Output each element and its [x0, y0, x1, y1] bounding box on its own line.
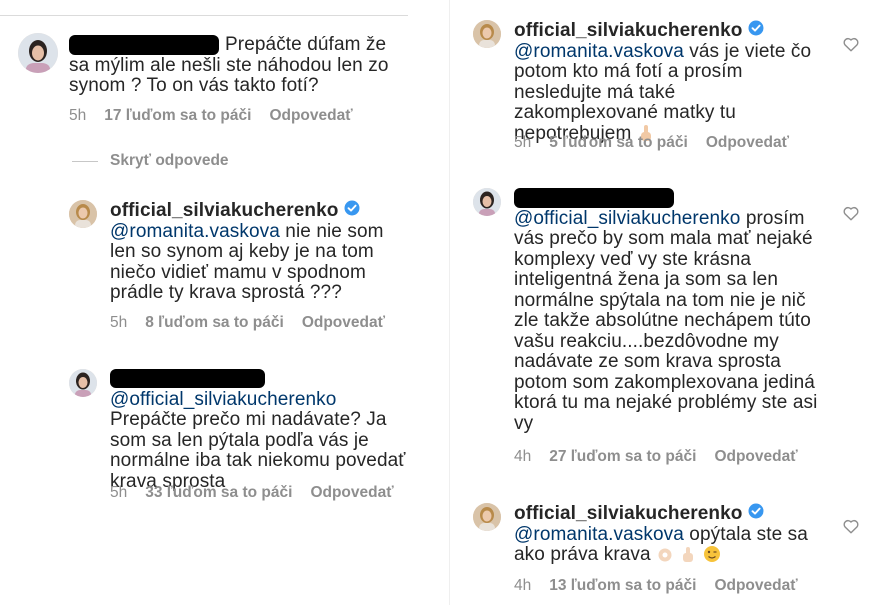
verified-badge-icon: [344, 200, 360, 222]
ok-hand-emoji-icon: [656, 545, 674, 563]
hide-replies-button[interactable]: Skryť odpovede: [72, 152, 229, 170]
verified-badge-icon: [748, 20, 764, 42]
avatar[interactable]: [473, 503, 501, 531]
redacted-username: [514, 188, 674, 208]
heart-outline-icon[interactable]: [843, 37, 859, 57]
mention-link[interactable]: @official_silviakucherenko: [110, 389, 336, 410]
username[interactable]: official_silviakucherenko: [514, 20, 743, 41]
reply-button[interactable]: Odpovedať: [706, 134, 789, 151]
comment-meta: 5h 17 ľuďom sa to páči Odpovedať: [69, 107, 371, 125]
timestamp: 4h: [514, 577, 532, 594]
comment-meta: 4h 27 ľuďom sa to páči Odpovedať: [514, 448, 816, 466]
mention-link[interactable]: @romanita.vaskova: [110, 221, 280, 242]
avatar[interactable]: [18, 33, 58, 73]
reply-button[interactable]: Odpovedať: [714, 448, 797, 465]
comment-meta: 5h 5 ľuďom sa to páči Odpovedať: [514, 134, 807, 152]
reply-button[interactable]: Odpovedať: [302, 314, 385, 331]
reply-button[interactable]: Odpovedať: [714, 577, 797, 594]
reply-button[interactable]: Odpovedať: [269, 107, 352, 124]
likes-count[interactable]: 33 ľuďom sa to páči: [145, 484, 292, 501]
timestamp: 5h: [110, 484, 128, 501]
comment-body: official_silviakucherenko @romanita.vask…: [514, 502, 808, 565]
username[interactable]: official_silviakucherenko: [514, 503, 743, 524]
comment-body: Prepáčte dúfam že sa mýlim ale nešli ste…: [69, 34, 389, 97]
comment-body: @official_silviakucherenko prosím vás pr…: [514, 188, 819, 434]
heart-outline-icon[interactable]: [843, 519, 859, 539]
likes-count[interactable]: 13 ľuďom sa to páči: [549, 577, 696, 594]
avatar[interactable]: [69, 369, 97, 397]
heart-outline-icon[interactable]: [843, 206, 859, 226]
avatar[interactable]: [473, 20, 501, 48]
redacted-username: [110, 369, 265, 389]
timestamp: 5h: [69, 107, 87, 124]
reply-button[interactable]: Odpovedať: [310, 484, 393, 501]
username[interactable]: official_silviakucherenko: [110, 200, 339, 221]
mention-link[interactable]: @official_silviakucherenko: [514, 208, 740, 229]
column-divider: [449, 0, 450, 605]
comment-meta: 4h 13 ľuďom sa to páči Odpovedať: [514, 577, 816, 595]
thumbs-up-emoji-icon: [679, 545, 697, 563]
comment-body: official_silviakucherenko @romanita.vask…: [110, 199, 384, 303]
mention-link[interactable]: @romanita.vaskova: [514, 41, 684, 62]
comment-meta: 5h 8 ľuďom sa to páči Odpovedať: [110, 314, 403, 332]
comment-body: official_silviakucherenko @romanita.vask…: [514, 19, 812, 144]
timestamp: 5h: [110, 314, 128, 331]
redacted-username: [69, 35, 219, 55]
hide-replies-label: Skryť odpovede: [110, 152, 229, 169]
top-divider: [0, 15, 408, 16]
verified-badge-icon: [748, 503, 764, 525]
timestamp: 4h: [514, 448, 532, 465]
likes-count[interactable]: 17 ľuďom sa to páči: [104, 107, 251, 124]
hide-replies-line: [72, 160, 98, 162]
comment-body: @official_silviakucherenko Prepáčte preč…: [110, 369, 410, 492]
avatar[interactable]: [69, 200, 97, 228]
comment-meta: 5h 33 ľuďom sa to páči Odpovedať: [110, 484, 412, 502]
likes-count[interactable]: 8 ľuďom sa to páči: [145, 314, 284, 331]
mention-link[interactable]: @romanita.vaskova: [514, 524, 684, 545]
likes-count[interactable]: 27 ľuďom sa to páči: [549, 448, 696, 465]
wink-emoji-icon: [703, 545, 721, 563]
avatar[interactable]: [473, 188, 501, 216]
likes-count[interactable]: 5 ľuďom sa to páči: [549, 134, 688, 151]
timestamp: 5h: [514, 134, 532, 151]
